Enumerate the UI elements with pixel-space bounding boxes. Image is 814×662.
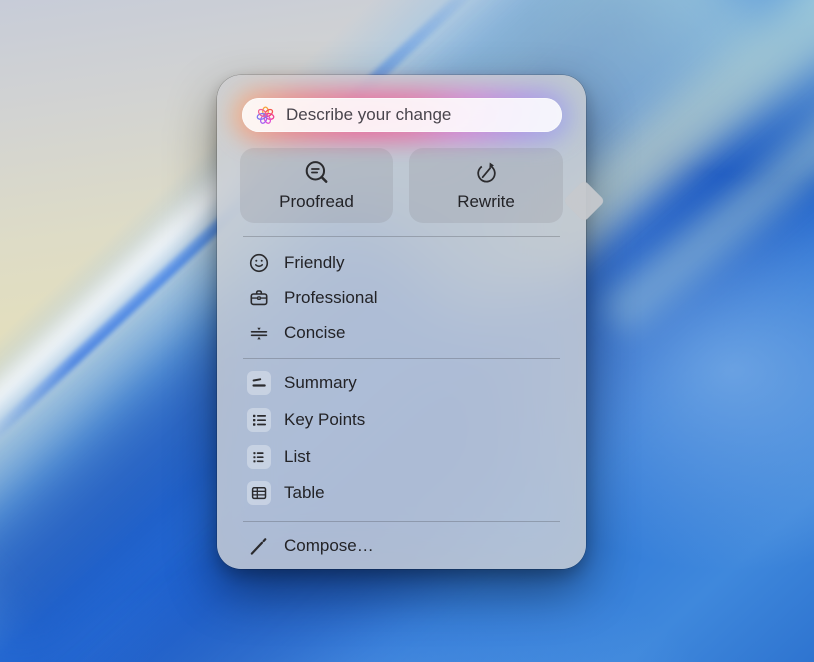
rewrite-label: Rewrite [457, 192, 515, 212]
desktop-wallpaper: Describe your change Proofread [0, 0, 814, 662]
smiley-face-icon [247, 251, 271, 275]
describe-change-placeholder: Describe your change [286, 105, 451, 125]
list-label: List [284, 447, 310, 467]
table-grid-icon [247, 481, 271, 505]
menu-item-professional[interactable]: Professional [247, 281, 558, 315]
divider [243, 358, 560, 359]
divider [243, 236, 560, 237]
menu-item-compose[interactable]: Compose… [247, 529, 558, 563]
proofread-button[interactable]: Proofread [240, 148, 393, 223]
rewrite-clockwise-pencil-icon [473, 159, 500, 186]
writing-tools-popover: Describe your change Proofread [217, 75, 586, 569]
menu-item-list[interactable]: List [247, 440, 558, 474]
describe-change-input[interactable]: Describe your change [242, 98, 562, 132]
table-label: Table [284, 483, 325, 503]
menu-item-table[interactable]: Table [247, 476, 558, 510]
menu-item-key-points[interactable]: Key Points [247, 403, 558, 437]
concise-label: Concise [284, 323, 345, 343]
divider [243, 521, 560, 522]
pencil-icon [247, 534, 271, 558]
compact-list-icon [247, 445, 271, 469]
summary-lines-icon [247, 371, 271, 395]
compose-label: Compose… [284, 536, 374, 556]
friendly-label: Friendly [284, 253, 344, 273]
menu-item-summary[interactable]: Summary [247, 366, 558, 400]
key-points-label: Key Points [284, 410, 365, 430]
briefcase-icon [247, 286, 271, 310]
proofread-magnifier-icon [303, 159, 330, 186]
rewrite-button[interactable]: Rewrite [409, 148, 563, 223]
summary-label: Summary [284, 373, 357, 393]
menu-item-friendly[interactable]: Friendly [247, 246, 558, 280]
proofread-label: Proofread [279, 192, 354, 212]
menu-item-concise[interactable]: Concise [247, 316, 558, 350]
describe-change-input-wrap: Describe your change [242, 98, 562, 132]
wallpaper-cyan-streak [600, 33, 814, 337]
apple-intelligence-icon [253, 103, 277, 127]
compress-lines-icon [247, 321, 271, 345]
professional-label: Professional [284, 288, 378, 308]
bulleted-list-icon [247, 408, 271, 432]
